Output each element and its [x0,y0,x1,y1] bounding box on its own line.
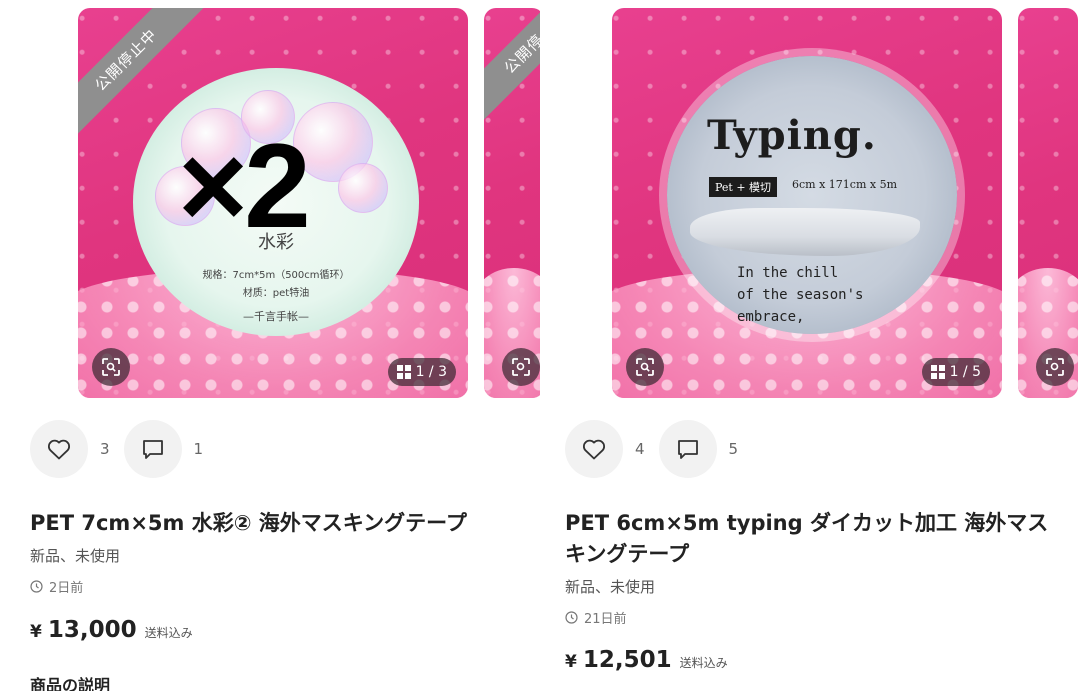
like-button[interactable] [30,420,88,478]
price-amount: 13,000 [47,617,137,643]
posted-time-text: 21日前 [584,612,627,627]
posted-time: 2日前 [30,577,83,596]
image-search-button-peek[interactable] [1036,348,1074,386]
quantity-overlay: ×2 [178,119,311,253]
tape-tag: Pet + 模切 [709,177,778,197]
like-count: 3 [100,440,110,458]
tape-text-line-1: In the chill [737,265,839,281]
scan-search-icon [1046,358,1064,376]
tape-text-line-2: of the season's [737,287,864,303]
price: ¥ 13,000 送料込み [30,617,193,643]
image-search-button[interactable] [626,348,664,386]
tape-material: 材质：pet特油 [242,288,310,299]
product-title[interactable]: PET 6cm×5m typing ダイカット加工 海外マスキングテープ [565,508,1065,570]
product-image-1[interactable]: 水彩 规格：7cm*5m（500cm循环） 材质：pet特油 —千言手帐— ×2… [78,8,468,398]
tape-text-line-3: embrace, [737,309,805,325]
engagement-bar: 4 5 [565,420,752,478]
comment-icon [142,440,163,459]
like-count: 4 [635,440,645,458]
currency-symbol: ¥ [30,622,42,642]
posted-time-text: 2日前 [49,581,84,596]
image-counter-text: 1 / 5 [949,364,981,380]
product-condition: 新品、未使用 [30,547,121,565]
price: ¥ 12,501 送料込み [565,647,728,673]
scan-search-icon [102,358,120,376]
image-search-button[interactable] [92,348,130,386]
tape-brand: —千言手帐— [243,310,309,323]
heart-icon [47,439,71,460]
image-counter-text: 1 / 3 [415,364,447,380]
comment-button[interactable] [123,420,182,478]
grid-icon [930,365,945,379]
status-ribbon-peek: 公開停 [484,8,540,124]
product-card-1: 水彩 规格：7cm*5m（500cm循环） 材质：pet特油 —千言手帐— ×2… [0,0,540,691]
scan-search-icon [636,358,654,376]
tape-spec: 6cm x 171cm x 5m [792,178,897,191]
comment-count: 1 [193,440,204,458]
like-button[interactable] [565,420,623,478]
scan-search-icon [512,358,530,376]
currency-symbol: ¥ [565,652,577,672]
comment-button[interactable] [658,420,717,478]
price-amount: 12,501 [582,647,672,673]
heart-icon [582,439,606,460]
image-search-button-peek[interactable] [502,348,540,386]
tape-spec: 规格：7cm*5m（500cm循环） [202,270,350,281]
product-image-2[interactable]: Typing. Pet + 模切 6cm x 171cm x 5m In the… [612,8,1002,398]
clock-icon [565,611,578,624]
comment-count: 5 [728,440,739,458]
image-counter: 1 / 5 [921,358,990,386]
shipping-note: 送料込み [679,656,728,670]
posted-time: 21日前 [565,608,627,627]
comment-icon [677,440,698,459]
product-card-2: Typing. Pet + 模切 6cm x 171cm x 5m In the… [540,0,1080,691]
bubble-graphic [338,163,388,213]
image-counter: 1 / 3 [387,358,456,386]
engagement-bar: 3 1 [30,420,217,478]
clock-icon [30,580,43,593]
grid-icon [396,365,411,379]
next-image-peek[interactable] [1018,8,1078,398]
shipping-note: 送料込み [144,626,193,640]
product-title[interactable]: PET 7cm×5m 水彩② 海外マスキングテープ [30,508,520,539]
product-condition: 新品、未使用 [565,578,656,596]
next-image-peek[interactable]: 公開停 [484,8,540,398]
description-heading: 商品の説明 [30,676,111,691]
tape-title: Typing. [707,112,877,159]
